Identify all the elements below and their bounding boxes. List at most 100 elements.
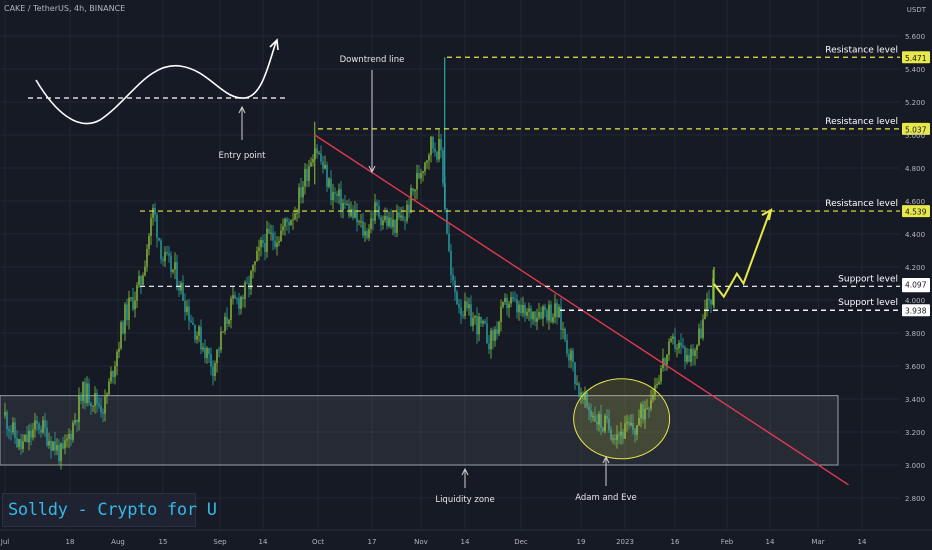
- candle-body: [356, 209, 358, 223]
- candle-body: [504, 297, 506, 303]
- candle-body: [358, 221, 360, 223]
- candle-body: [328, 178, 330, 187]
- candle-body: [522, 304, 524, 314]
- level-label: Support level: [838, 274, 898, 284]
- candle-body: [548, 304, 550, 321]
- candle-body: [400, 215, 402, 218]
- candle-body: [508, 303, 510, 308]
- candle-body: [178, 287, 180, 291]
- candle-body: [472, 317, 474, 327]
- candle-body: [524, 304, 526, 316]
- y-tick-label: 4.600: [905, 198, 925, 206]
- x-tick-label: 14: [858, 538, 867, 546]
- candle-body: [310, 162, 312, 167]
- candle-body: [64, 440, 66, 449]
- candle-body: [506, 297, 508, 308]
- candle-body: [568, 353, 570, 361]
- candle-body: [254, 261, 256, 265]
- candle-body: [132, 297, 134, 310]
- candle-body: [118, 348, 120, 353]
- candle-body: [150, 217, 152, 236]
- candle-body: [312, 159, 314, 163]
- price-badge-text: 5.471: [905, 54, 927, 63]
- candle-body: [42, 420, 44, 433]
- candle-body: [194, 324, 196, 340]
- candle-body: [24, 434, 26, 442]
- candle-body: [54, 441, 56, 451]
- x-tick-label: 14: [461, 538, 470, 546]
- candle-body: [462, 315, 464, 317]
- brand-label: Solldy - Crypto for U: [8, 500, 217, 520]
- candle-body: [484, 321, 486, 324]
- candle-body: [170, 255, 172, 272]
- candle-body: [336, 193, 338, 196]
- candle-body: [302, 186, 304, 198]
- candle-body: [352, 209, 354, 218]
- entry-point-label: Entry point: [219, 151, 267, 161]
- candle-body: [114, 366, 116, 377]
- candle-body: [516, 299, 518, 313]
- currency-label: USDT: [906, 6, 926, 14]
- candle-body: [566, 339, 568, 354]
- candle-body: [38, 423, 40, 430]
- candle-body: [316, 148, 318, 154]
- level-label: Resistance level: [825, 117, 898, 127]
- candle-body: [74, 420, 76, 423]
- candle-body: [32, 429, 34, 438]
- candle-body: [418, 173, 420, 179]
- candle-body: [172, 269, 174, 272]
- candle-body: [228, 320, 230, 324]
- candle-body: [130, 297, 132, 299]
- candle-body: [448, 233, 450, 251]
- candle-body: [252, 264, 254, 271]
- candle-body: [694, 350, 696, 356]
- y-tick-label: 3.000: [905, 462, 925, 470]
- candle-body: [398, 212, 400, 218]
- candle-body: [242, 296, 244, 300]
- candle-body: [376, 202, 378, 206]
- candle-body: [20, 439, 22, 449]
- candle-body: [460, 307, 462, 316]
- candle-body: [28, 430, 30, 442]
- candle-body: [284, 218, 286, 227]
- candle-body: [518, 304, 520, 313]
- candle-body: [12, 422, 14, 433]
- x-tick-label: 16: [671, 538, 680, 546]
- candle-body: [142, 275, 144, 285]
- candle-body: [338, 189, 340, 196]
- candle-body: [340, 189, 342, 211]
- candle-body: [702, 319, 704, 338]
- candle-body: [348, 204, 350, 217]
- candle-body: [320, 153, 322, 162]
- candle-body: [354, 209, 356, 218]
- y-tick-label: 3.800: [905, 330, 925, 338]
- y-tick-label: 4.200: [905, 264, 925, 272]
- candle-body: [708, 298, 710, 301]
- candle-body: [98, 403, 100, 406]
- candle-body: [396, 212, 398, 233]
- candle-body: [104, 396, 106, 414]
- candle-body: [680, 342, 682, 346]
- candle-body: [134, 300, 136, 310]
- candle-body: [48, 440, 50, 446]
- candle-body: [326, 164, 328, 187]
- candle-body: [450, 250, 452, 275]
- candle-body: [496, 329, 498, 334]
- candle-body: [676, 348, 678, 350]
- candle-body: [166, 252, 168, 254]
- candle-body: [262, 239, 264, 244]
- brand-watermark: Solldy - Crypto for U: [2, 493, 217, 527]
- candle-body: [182, 282, 184, 301]
- candle-body: [14, 422, 16, 439]
- y-tick-label: 3.600: [905, 363, 925, 371]
- candle-body: [540, 311, 542, 319]
- candle-body: [404, 220, 406, 222]
- candle-body: [334, 192, 336, 194]
- candle-body: [282, 226, 284, 231]
- candle-body: [60, 443, 62, 462]
- y-tick-label: 5.600: [905, 33, 925, 41]
- candle-body: [6, 412, 8, 429]
- candle-body: [570, 350, 572, 361]
- candle-body: [440, 139, 442, 151]
- price-chart[interactable]: Resistance level 5.471 Resistance level 5.0…: [0, 0, 932, 550]
